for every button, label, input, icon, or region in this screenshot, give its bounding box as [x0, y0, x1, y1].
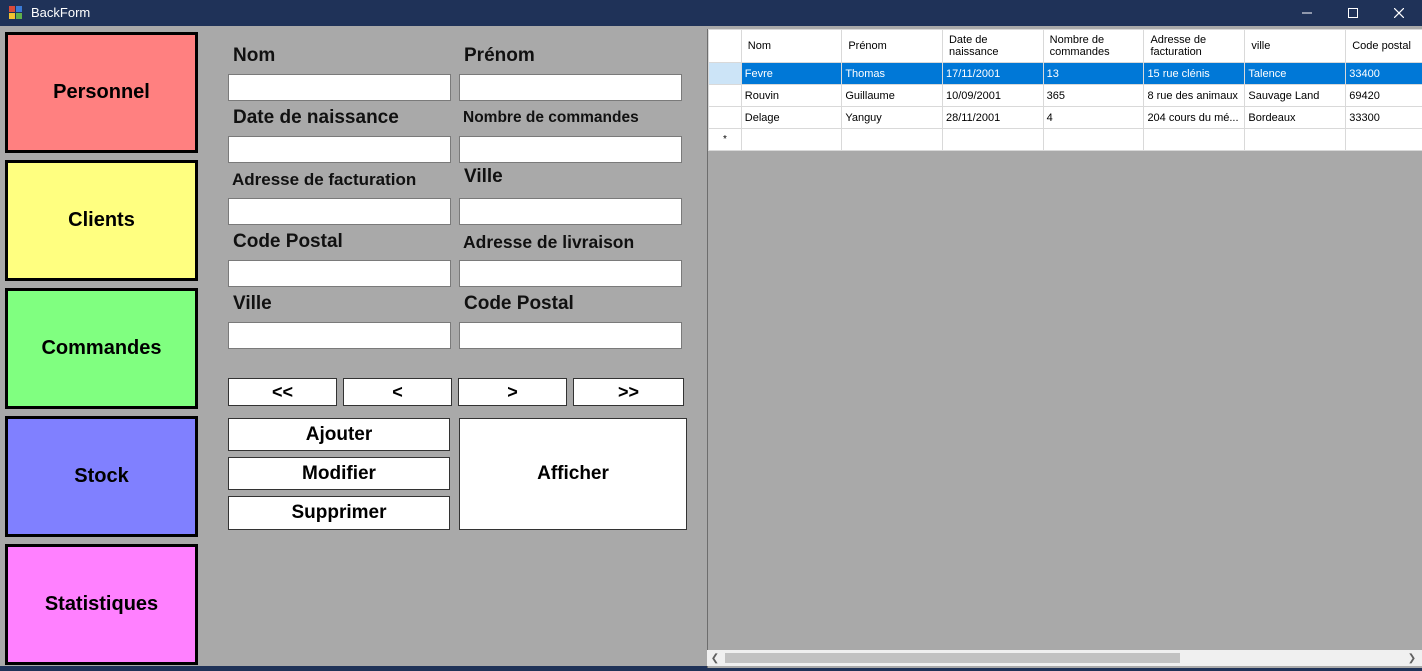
first-record-button[interactable]: << [228, 378, 337, 406]
column-header[interactable]: Date de naissance [941, 29, 1044, 63]
table-row[interactable]: Delage Yanguy 28/11/2001 4 204 cours du … [708, 106, 1422, 129]
table-cell[interactable]: 365 [1042, 84, 1145, 107]
table-cell[interactable]: 69420 [1345, 84, 1422, 107]
nav-statistiques-button[interactable]: Statistiques [5, 544, 198, 665]
scrollbar-thumb[interactable] [725, 653, 1180, 663]
table-cell[interactable]: 28/11/2001 [941, 106, 1044, 129]
table-header-row: Nom Prénom Date de naissance Nombre de c… [708, 29, 1422, 63]
adresse-facturation-label: Adresse de facturation [232, 170, 417, 189]
nombre-commandes-input[interactable] [459, 136, 682, 163]
scroll-left-icon[interactable]: ❮ [707, 650, 723, 666]
code-postal-input[interactable] [228, 260, 451, 287]
ville-label: Ville [464, 166, 503, 187]
column-header[interactable]: Prénom [841, 29, 943, 63]
table-cell[interactable]: Yanguy [841, 106, 943, 129]
date-naissance-input[interactable] [228, 136, 451, 163]
table-cell[interactable] [1042, 128, 1145, 151]
next-record-button[interactable]: > [458, 378, 567, 406]
table-cell[interactable]: Thomas [841, 62, 943, 85]
code-postal-livraison-input[interactable] [459, 322, 682, 349]
table-row[interactable]: Fevre Thomas 17/11/2001 13 15 rue clénis… [708, 62, 1422, 85]
new-row-marker: * [708, 128, 742, 151]
column-header[interactable]: Nombre de commandes [1042, 29, 1145, 63]
ville-input[interactable] [459, 198, 682, 225]
prenom-input[interactable] [459, 74, 682, 101]
maximize-button[interactable] [1330, 0, 1376, 26]
table-cell[interactable]: Rouvin [740, 84, 843, 107]
nombre-commandes-label: Nombre de commandes [463, 109, 639, 126]
afficher-button[interactable]: Afficher [459, 418, 687, 530]
table-cell[interactable] [941, 128, 1044, 151]
minimize-icon [1302, 12, 1312, 14]
table-cell[interactable] [1244, 128, 1347, 151]
row-header[interactable] [708, 62, 742, 85]
code-postal-label: Code Postal [233, 231, 343, 252]
column-header[interactable]: Adresse de facturation [1143, 29, 1246, 63]
minimize-button[interactable] [1284, 0, 1330, 26]
table-cell[interactable]: 8 rue des animaux [1143, 84, 1246, 107]
table-cell[interactable]: 204 cours du mé... [1143, 106, 1246, 129]
nav-stock-button[interactable]: Stock [5, 416, 198, 537]
data-grid[interactable]: Nom Prénom Date de naissance Nombre de c… [707, 29, 1422, 668]
table-cell[interactable]: 33300 [1345, 106, 1422, 129]
table-cell[interactable]: 15 rue clénis [1143, 62, 1246, 85]
scroll-right-icon[interactable]: ❯ [1404, 650, 1420, 666]
table-cell[interactable]: Sauvage Land [1244, 84, 1347, 107]
ville-livraison-label: Ville [233, 293, 272, 314]
title-bar: BackForm [0, 0, 1422, 26]
date-naissance-label: Date de naissance [233, 107, 399, 128]
row-header-corner [708, 29, 742, 63]
table-cell[interactable]: Fevre [740, 62, 843, 85]
adresse-facturation-input[interactable] [228, 198, 451, 225]
column-header[interactable]: Nom [740, 29, 843, 63]
nav-clients-button[interactable]: Clients [5, 160, 198, 281]
close-button[interactable] [1376, 0, 1422, 26]
ville-livraison-input[interactable] [228, 322, 451, 349]
column-header[interactable]: ville [1244, 29, 1347, 63]
adresse-livraison-input[interactable] [459, 260, 682, 287]
table-cell[interactable]: Bordeaux [1244, 106, 1347, 129]
table-cell[interactable]: Guillaume [841, 84, 943, 107]
table-cell[interactable]: 13 [1042, 62, 1145, 85]
nav-commandes-button[interactable]: Commandes [5, 288, 198, 409]
nom-input[interactable] [228, 74, 451, 101]
table-cell[interactable]: 17/11/2001 [941, 62, 1044, 85]
column-header[interactable]: Code postal [1345, 29, 1422, 63]
last-record-button[interactable]: >> [573, 378, 684, 406]
table-cell[interactable] [1143, 128, 1246, 151]
horizontal-scrollbar[interactable]: ❮ ❯ [707, 650, 1422, 666]
adresse-livraison-label: Adresse de livraison [463, 232, 635, 252]
supprimer-button[interactable]: Supprimer [228, 496, 450, 530]
table-cell[interactable]: 33400 [1345, 62, 1422, 85]
modifier-button[interactable]: Modifier [228, 457, 450, 490]
prenom-label: Prénom [464, 45, 535, 66]
row-header[interactable] [708, 84, 742, 107]
nav-personnel-button[interactable]: Personnel [5, 32, 198, 153]
ajouter-button[interactable]: Ajouter [228, 418, 450, 451]
table-cell[interactable]: Delage [740, 106, 843, 129]
row-header[interactable] [708, 106, 742, 129]
previous-record-button[interactable]: < [343, 378, 452, 406]
maximize-icon [1348, 8, 1358, 18]
clients-table[interactable]: Nom Prénom Date de naissance Nombre de c… [708, 29, 1422, 151]
code-postal-livraison-label: Code Postal [464, 293, 574, 314]
table-cell[interactable]: 4 [1042, 106, 1145, 129]
new-table-row[interactable]: * [708, 128, 1422, 151]
table-cell[interactable] [1345, 128, 1422, 151]
table-cell[interactable] [841, 128, 943, 151]
table-row[interactable]: Rouvin Guillaume 10/09/2001 365 8 rue de… [708, 84, 1422, 107]
nom-label: Nom [233, 45, 276, 66]
table-cell[interactable]: 10/09/2001 [941, 84, 1044, 107]
table-cell[interactable] [740, 128, 843, 151]
table-cell[interactable]: Talence [1244, 62, 1347, 85]
app-icon [9, 6, 23, 20]
close-icon [1394, 8, 1404, 18]
window-title: BackForm [31, 5, 91, 20]
